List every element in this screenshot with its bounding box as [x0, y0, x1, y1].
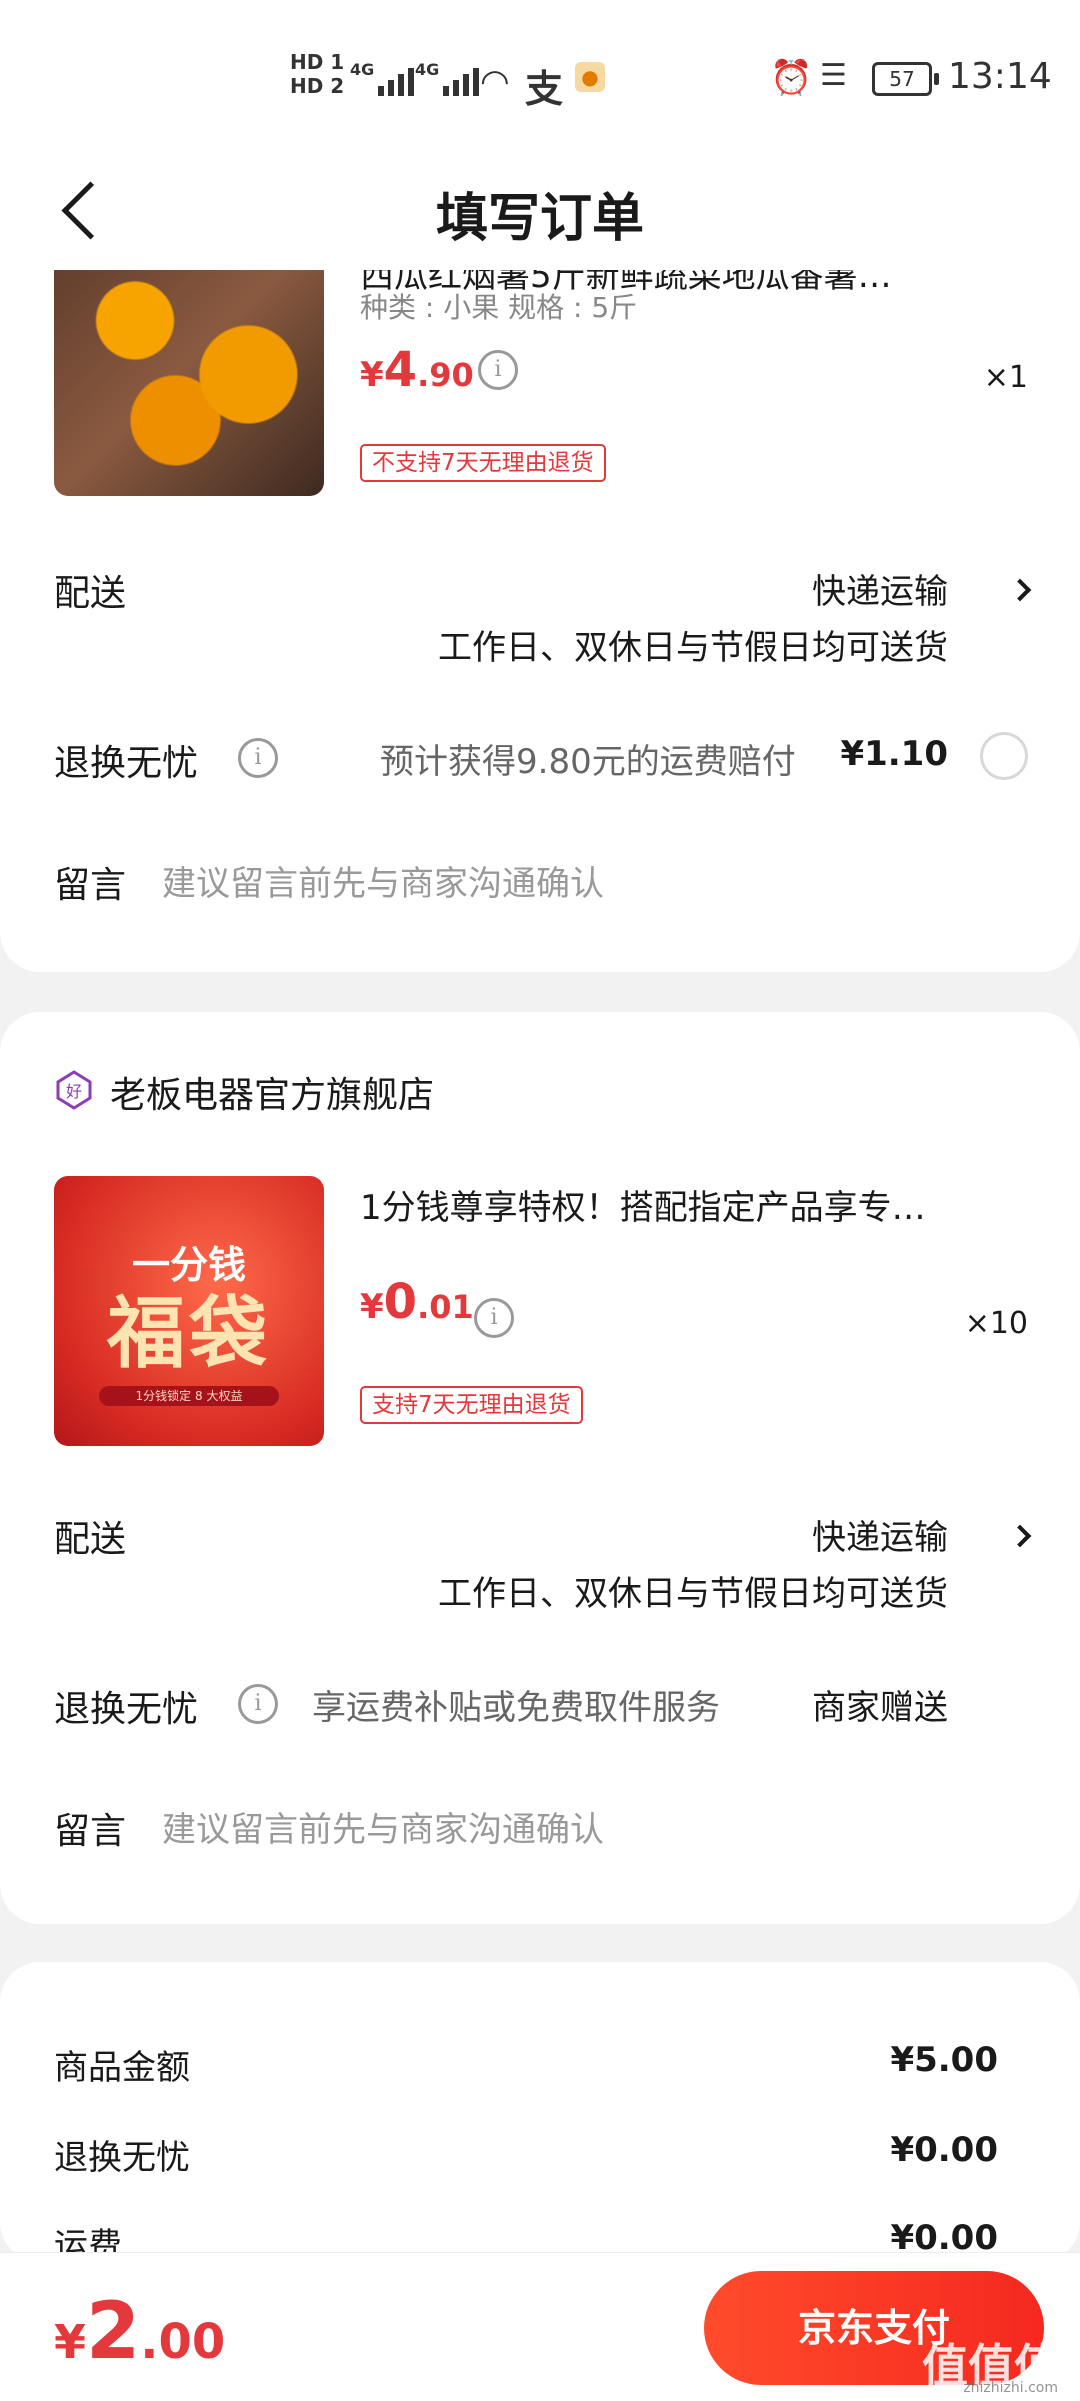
return-service-label: 退换无忧 — [54, 1689, 199, 1730]
return-service-desc: 预计获得9.80元的运费赔付 — [380, 742, 796, 782]
message-input[interactable]: 建议留言前先与商家沟通确认 — [162, 1802, 604, 1851]
chevron-right-icon[interactable] — [1008, 578, 1032, 602]
product-price: ¥0.01 — [360, 1274, 474, 1330]
goods-amount-value: ¥5.00 — [890, 2040, 998, 2080]
alipay-icon: 支 — [525, 67, 564, 111]
vibrate-icon: ☰ — [820, 58, 847, 93]
network-type-label: 4G — [350, 60, 375, 79]
product-image[interactable]: 一分钱 福袋 1分钱锁定 8 大权益 — [54, 1176, 324, 1446]
return-service-fee-label: 退换无忧 — [54, 2138, 190, 2178]
return-policy-tag: 支持7天无理由退货 — [360, 1386, 583, 1424]
svg-text:好: 好 — [66, 1082, 82, 1101]
info-icon[interactable]: i — [474, 1298, 514, 1338]
hd1-label: HD 1 — [290, 50, 345, 74]
return-service-price: ¥1.10 — [840, 734, 948, 774]
info-icon[interactable]: i — [238, 738, 278, 778]
price-summary-card: 商品金额 ¥5.00 退换无忧 ¥0.00 运费 ¥0.00 — [0, 1962, 1080, 2262]
signal-icon-2: 4G — [415, 60, 480, 96]
status-bar: HD 1 HD 2 4G 4G ◠ 支 ● ⏰ ☰ 57 13:14 — [0, 0, 1080, 150]
message-label: 留言 — [54, 1811, 127, 1852]
hd-indicator: HD 1 HD 2 — [290, 50, 344, 98]
product-spec: 种类 : 小果 规格 : 5斤 — [360, 291, 638, 324]
hd2-label: HD 2 — [290, 74, 345, 98]
product-name[interactable]: 1分钱尊享特权！搭配指定产品享专… — [360, 1180, 1010, 1229]
app-notification-icon: ● — [575, 62, 605, 92]
return-service-desc: 享运费补贴或免费取件服务 — [312, 1688, 720, 1728]
total-price: ¥2.00 — [54, 2287, 226, 2377]
store-badge-icon: 好 — [56, 1070, 92, 1110]
message-input[interactable]: 建议留言前先与商家沟通确认 — [162, 856, 604, 905]
delivery-label: 配送 — [54, 1519, 127, 1560]
return-service-fee-value: ¥0.00 — [890, 2130, 998, 2170]
checkout-bar: ¥2.00 京东支付 — [0, 2252, 1080, 2401]
alarm-icon: ⏰ — [770, 58, 813, 98]
battery-icon: 57 — [872, 62, 939, 96]
delivery-label: 配送 — [54, 573, 127, 614]
product-image[interactable] — [54, 270, 324, 496]
page-title: 填写订单 — [435, 189, 644, 249]
network-type-label-2: 4G — [415, 60, 440, 79]
goods-amount-label: 商品金额 — [54, 2048, 190, 2088]
store-name[interactable]: 老板电器官方旗舰店 — [110, 1066, 434, 1118]
signal-icon: 4G — [350, 60, 415, 96]
product-quantity: ×10 — [964, 1306, 1028, 1341]
info-icon[interactable]: i — [238, 1684, 278, 1724]
delivery-note: 工作日、双休日与节假日均可送货 — [438, 628, 948, 668]
return-service-radio[interactable] — [980, 732, 1028, 780]
product-quantity: ×1 — [983, 360, 1028, 395]
nav-bar: 填写订单 — [0, 150, 1080, 270]
info-icon[interactable]: i — [478, 350, 518, 390]
return-service-label: 退换无忧 — [54, 743, 199, 784]
return-service-status: 商家赠送 — [812, 1688, 948, 1728]
watermark-url: zhizhizhi.com — [963, 2380, 1058, 2396]
delivery-note: 工作日、双休日与节假日均可送货 — [438, 1574, 948, 1614]
clock: 13:14 — [948, 56, 1052, 97]
wifi-icon: ◠ — [480, 62, 510, 102]
delivery-method[interactable]: 快递运输 — [812, 564, 948, 613]
order-card-2: 好 老板电器官方旗舰店 一分钱 福袋 1分钱锁定 8 大权益 1分钱尊享特权！搭… — [0, 1012, 1080, 1924]
delivery-method[interactable]: 快递运输 — [812, 1510, 948, 1559]
message-label: 留言 — [54, 865, 127, 906]
return-policy-tag: 不支持7天无理由退货 — [360, 444, 606, 482]
product-price: ¥4.90 — [360, 342, 474, 398]
chevron-right-icon[interactable] — [1008, 1524, 1032, 1548]
order-card-1: 西瓜红烟薯5斤新鲜蔬菜地瓜番薯… 种类 : 小果 规格 : 5斤 ¥4.90 i… — [0, 270, 1080, 972]
